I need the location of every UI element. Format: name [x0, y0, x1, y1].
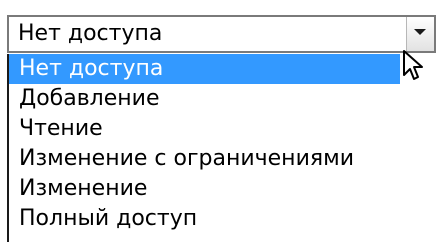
access-level-select[interactable]: Нет доступа [7, 15, 436, 53]
option-restricted-change[interactable]: Изменение с ограничениями [9, 144, 436, 174]
option-read[interactable]: Чтение [9, 114, 436, 144]
option-full-access[interactable]: Полный доступ [9, 204, 436, 234]
option-add[interactable]: Добавление [9, 84, 436, 114]
select-current-value: Нет доступа [18, 21, 163, 46]
chevron-down-icon [414, 29, 426, 35]
option-change[interactable]: Изменение [9, 174, 436, 204]
option-no-access[interactable]: Нет доступа [9, 54, 400, 84]
dropdown-button[interactable] [406, 17, 434, 51]
dropdown-options-list: Нет доступа Добавление Чтение Изменение … [7, 54, 436, 242]
